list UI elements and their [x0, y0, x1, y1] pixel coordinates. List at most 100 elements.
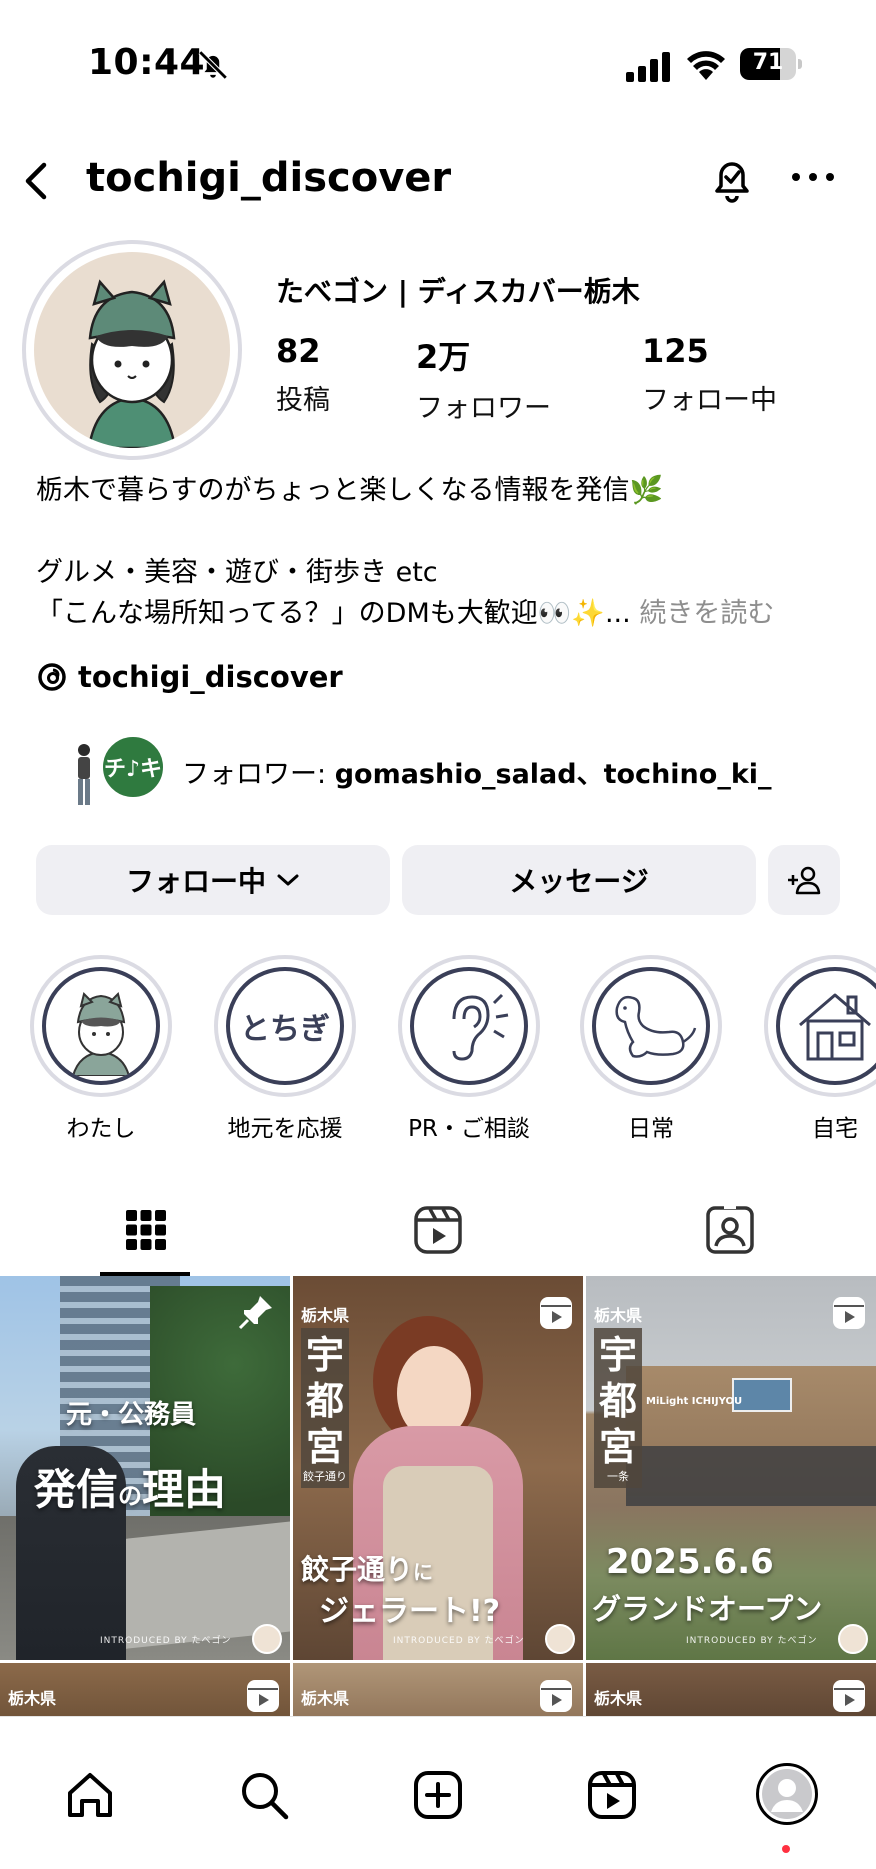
- followed-by-names: gomashio_salad、tochino_ki_: [334, 759, 772, 790]
- city-char: 宮: [598, 1425, 637, 1469]
- post-prefecture: 栃木県: [8, 1689, 57, 1708]
- mini-avatar-icon: [545, 1624, 575, 1654]
- highlight-daily[interactable]: 日常: [576, 955, 726, 1143]
- battery-percent: 71: [752, 50, 784, 75]
- city-sub: 一条: [607, 1470, 629, 1483]
- post-tile[interactable]: 栃木県 宇 都 宮 餃子通り 餃子通りに ジェラート!? INTRODUCED …: [293, 1276, 583, 1660]
- city-char: 都: [305, 1379, 344, 1423]
- city-char: 宇: [305, 1333, 344, 1377]
- ear-icon: [452, 993, 509, 1061]
- highlight-label: わたし: [66, 1116, 136, 1142]
- highlight-label: 自宅: [812, 1116, 858, 1142]
- suggest-users-button[interactable]: [768, 845, 840, 915]
- building-sign: MiLight ICHIJYOU: [646, 1396, 743, 1407]
- post-prefecture: 栃木県: [301, 1689, 350, 1708]
- post-caption-part: 餃子通り: [301, 1553, 414, 1586]
- avatar-illustration-icon: [87, 279, 177, 448]
- mini-avatar-icon: [252, 1624, 282, 1654]
- post-prefecture: 栃木県: [594, 1689, 643, 1708]
- post-tile[interactable]: MiLight ICHIJYOU 栃木県 宇 都 宮 一条 2025.6.6 グ…: [586, 1276, 876, 1660]
- following-button[interactable]: フォロー中: [36, 845, 390, 915]
- grid-icon[interactable]: [116, 1200, 176, 1260]
- search-icon[interactable]: [236, 1767, 292, 1823]
- bell-off-icon: [198, 50, 228, 80]
- stat-posts-value: 82: [276, 332, 321, 370]
- stat-followers-label: フォロワー: [416, 393, 551, 424]
- profile-tabs: [0, 1180, 876, 1276]
- city-char: 宮: [305, 1425, 344, 1469]
- post-date: 2025.6.6: [606, 1542, 774, 1582]
- reel-badge-icon: [247, 1680, 279, 1712]
- post-tile[interactable]: 元・公務員 発信の理由 INTRODUCED BY たべゴン: [0, 1276, 290, 1660]
- tagged-icon[interactable]: [700, 1200, 760, 1260]
- bio-line-3-wrapper: 「こんな場所知ってる？」のDMも大歓迎👀✨... 続きを読む: [36, 593, 856, 634]
- reel-badge-icon: [540, 1297, 572, 1329]
- post-tile[interactable]: 栃木県: [0, 1663, 290, 1716]
- reels-icon[interactable]: [408, 1200, 468, 1260]
- tochigi-text-icon: とちぎ: [240, 1012, 330, 1047]
- post-caption-part: 理由: [142, 1465, 227, 1514]
- dog-icon: [615, 995, 697, 1058]
- status-time: 10:44: [88, 42, 206, 83]
- stat-following[interactable]: 125 フォロー中: [642, 332, 777, 417]
- post-tile[interactable]: 栃木県: [293, 1663, 583, 1716]
- profile-avatar[interactable]: [22, 240, 242, 460]
- highlight-pr-consult[interactable]: PR・ご相談: [394, 955, 544, 1143]
- follower-avatar-2: チ♪キ: [100, 734, 166, 800]
- post-caption: ジェラート!?: [319, 1594, 501, 1629]
- bio-line-1: 栃木で暮らすのがちょっと楽しくなる情報を発信🌿: [36, 475, 664, 506]
- house-icon: [799, 993, 871, 1061]
- pin-icon: [238, 1296, 272, 1330]
- stat-followers-value: 2万: [416, 338, 471, 376]
- reel-badge-icon: [833, 1680, 865, 1712]
- bottom-navigation: [0, 1716, 876, 1869]
- battery-icon: 71: [740, 48, 802, 80]
- threads-link[interactable]: tochigi_discover: [36, 660, 343, 694]
- stat-following-label: フォロー中: [642, 385, 777, 416]
- profile-header: tochigi_discover: [0, 145, 876, 215]
- post-credit: INTRODUCED BY たべゴン: [686, 1636, 818, 1646]
- post-city-label: 宇 都 宮 餃子通り: [301, 1328, 349, 1488]
- city-char: 宇: [598, 1333, 637, 1377]
- stat-posts-label: 投稿: [276, 385, 330, 416]
- post-tile[interactable]: 栃木県: [586, 1663, 876, 1716]
- create-post-icon[interactable]: [410, 1767, 466, 1823]
- more-options-icon[interactable]: [790, 165, 836, 189]
- post-caption: 元・公務員: [66, 1400, 197, 1430]
- stat-posts[interactable]: 82 投稿: [276, 332, 330, 417]
- message-button[interactable]: メッセージ: [402, 845, 756, 915]
- status-bar: 10:44 71: [0, 0, 876, 130]
- post-caption: グランドオープン: [592, 1592, 823, 1626]
- followed-by[interactable]: チ♪キ フォロワー: gomashio_salad、tochino_ki_: [56, 732, 856, 812]
- home-icon[interactable]: [62, 1767, 118, 1823]
- bio-line-2: グルメ・美容・遊び・街歩き etc: [36, 557, 438, 588]
- reel-badge-icon: [833, 1297, 865, 1329]
- chevron-down-icon: [277, 874, 299, 886]
- city-sub: 餃子通り: [303, 1470, 347, 1483]
- highlight-label: 地元を応援: [227, 1116, 343, 1142]
- wifi-icon: [687, 51, 725, 80]
- post-caption-part: の: [118, 1482, 143, 1510]
- post-caption: 発信の理由: [34, 1456, 226, 1517]
- display-name: たべゴン | ディスカバー栃木: [276, 275, 640, 308]
- highlight-watashi[interactable]: わたし: [26, 955, 176, 1143]
- profile-bio: 栃木で暮らすのがちょっと楽しくなる情報を発信🌿 グルメ・美容・遊び・街歩き et…: [36, 470, 856, 634]
- notification-dot: [782, 1845, 790, 1853]
- post-caption-part: に: [413, 1560, 434, 1584]
- followed-by-text: フォロワー: gomashio_salad、tochino_ki_: [182, 752, 772, 791]
- highlight-home[interactable]: 自宅: [760, 955, 876, 1143]
- stat-followers[interactable]: 2万 フォロワー: [416, 332, 551, 425]
- read-more-link[interactable]: 続きを読む: [639, 598, 774, 629]
- reels-nav-icon[interactable]: [584, 1767, 640, 1823]
- highlight-local-support[interactable]: とちぎ 地元を応援: [210, 955, 360, 1143]
- threads-handle: tochigi_discover: [78, 660, 343, 694]
- profile-nav-avatar[interactable]: [756, 1763, 818, 1825]
- highlight-label: PR・ご相談: [408, 1116, 530, 1142]
- back-arrow-icon[interactable]: [18, 159, 54, 203]
- message-button-label: メッセージ: [509, 865, 649, 898]
- highlight-label: 日常: [628, 1116, 674, 1142]
- cellular-signal-icon: [626, 52, 670, 82]
- reel-badge-icon: [540, 1680, 572, 1712]
- stat-following-value: 125: [642, 332, 709, 370]
- notification-bell-icon[interactable]: [708, 153, 756, 205]
